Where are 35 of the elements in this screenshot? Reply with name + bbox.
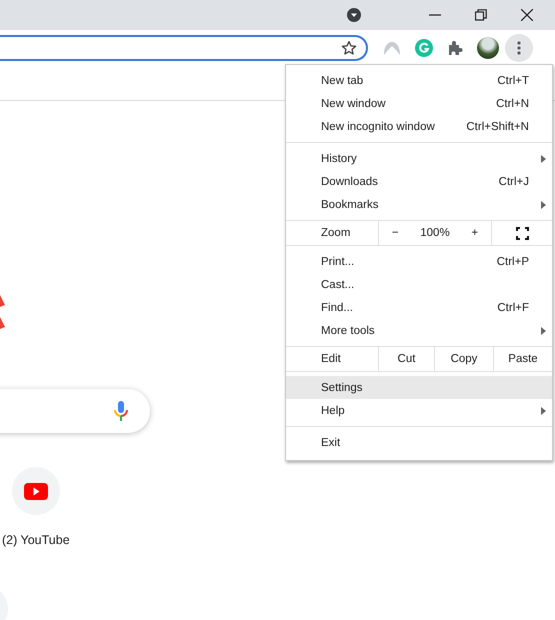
menu-icon xyxy=(517,41,521,55)
shortcut-label[interactable]: (2) YouTube xyxy=(2,533,70,547)
menu-item[interactable]: History xyxy=(286,147,552,170)
zoom-label: Zoom xyxy=(320,226,352,241)
restore-icon[interactable] xyxy=(475,9,487,21)
play-logo-icon xyxy=(24,482,48,500)
close-icon[interactable] xyxy=(521,9,533,21)
zoom-in-button[interactable]: + xyxy=(465,227,484,239)
menu-button[interactable] xyxy=(505,34,533,62)
edit-action-button[interactable]: Cut xyxy=(378,347,434,371)
menu-item[interactable]: Settings xyxy=(286,376,552,399)
address-bar[interactable] xyxy=(0,35,368,61)
menu-item[interactable]: Exit xyxy=(286,431,552,454)
edit-label: Edit xyxy=(320,352,342,367)
edit-action-button[interactable]: Copy xyxy=(434,347,493,371)
menu-item[interactable]: More tools xyxy=(286,319,552,342)
menu-item[interactable]: Bookmarks xyxy=(286,193,552,216)
fullscreen-icon xyxy=(516,226,528,240)
puzzle-icon[interactable] xyxy=(447,40,463,56)
menu-item[interactable]: Print... Ctrl+P xyxy=(286,250,552,273)
menu-item[interactable]: New tab Ctrl+T xyxy=(286,69,552,92)
zoom-value: 100% xyxy=(419,227,451,239)
menu-item[interactable]: New incognito window Ctrl+Shift+N xyxy=(286,115,552,138)
menu-item[interactable]: Cast... xyxy=(286,273,552,296)
menu-item[interactable]: Help xyxy=(286,399,552,422)
profile-avatar[interactable] xyxy=(477,37,499,59)
menu-item[interactable]: Downloads Ctrl+J xyxy=(286,170,552,193)
zoom-out-button[interactable]: − xyxy=(386,227,405,239)
menu-item[interactable]: Find... Ctrl+F xyxy=(286,296,552,319)
tab-search-icon[interactable] xyxy=(347,8,361,22)
microphone-icon[interactable] xyxy=(114,401,128,421)
edit-action-button[interactable]: Paste xyxy=(493,347,552,371)
menu-item[interactable]: New window Ctrl+N xyxy=(286,92,552,115)
star-icon[interactable] xyxy=(341,40,357,56)
logo-fragment-drawing xyxy=(0,295,6,329)
